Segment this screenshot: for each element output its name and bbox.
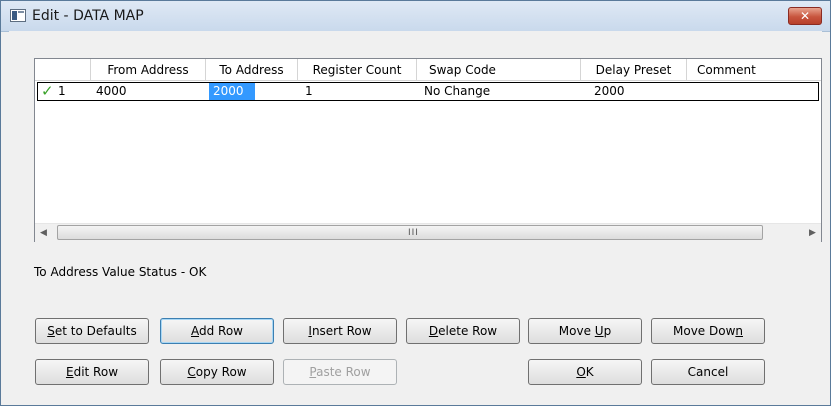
insert-row-button[interactable]: Insert Row (283, 318, 397, 344)
add-row-button[interactable]: Add Row (160, 318, 274, 344)
title-bar[interactable]: Edit - DATA MAP ✕ (1, 1, 830, 32)
button-accelerator: S (47, 324, 55, 338)
cell-from-address[interactable]: 4000 (92, 83, 207, 100)
header-row-indicator (35, 59, 91, 81)
cancel-button[interactable]: Cancel (651, 359, 765, 385)
row-number: 1 (58, 84, 66, 98)
button-label: K (585, 365, 594, 379)
button-accelerator: C (187, 365, 196, 379)
button-label: opy Row (195, 365, 247, 379)
column-header-to-address[interactable]: To Address (206, 59, 298, 81)
cell-delay-preset[interactable]: 2000 (590, 83, 690, 100)
button-label: dit Row (73, 365, 119, 379)
scrollbar-grip-icon: III (408, 228, 419, 238)
column-header-comment[interactable]: Comment (687, 59, 821, 81)
button-label: elete Row (438, 324, 498, 338)
scroll-left-arrow-icon[interactable]: ◀ (35, 224, 52, 242)
cell-to-address[interactable]: 2000 (209, 83, 255, 100)
status-text: To Address Value Status - OK (34, 265, 207, 279)
button-label: p (603, 324, 612, 338)
close-button[interactable]: ✕ (788, 7, 822, 25)
button-label: aste Row (316, 365, 371, 379)
table-row[interactable]: ✓ 1 4000 2000 1 No Change 2000 (37, 82, 819, 101)
button-accelerator: U (594, 324, 604, 338)
horizontal-scrollbar[interactable]: ◀ III ▶ (35, 223, 821, 242)
button-accelerator: A (190, 324, 199, 338)
scroll-right-arrow-icon[interactable]: ▶ (804, 224, 821, 242)
button-accelerator: O (576, 365, 586, 379)
window-icon (10, 9, 26, 22)
cell-register-count[interactable]: 1 (301, 83, 419, 100)
dialog-body: From Address To Address Register Count S… (9, 31, 822, 395)
button-label: dd Row (198, 324, 243, 338)
column-header-from-address[interactable]: From Address (91, 59, 206, 81)
column-header-register-count[interactable]: Register Count (298, 59, 417, 81)
cell-comment[interactable] (690, 83, 818, 100)
move-up-button[interactable]: Move Up (528, 318, 642, 344)
column-header-delay-preset[interactable]: Delay Preset (581, 59, 687, 81)
button-accelerator: n (735, 324, 743, 338)
column-header-swap-code[interactable]: Swap Code (417, 59, 581, 81)
button-label: Move Dow (673, 324, 736, 338)
edit-data-map-window: Edit - DATA MAP ✕ From Address To Addres… (0, 0, 831, 406)
button-label: et to Defaults (54, 324, 137, 338)
delete-row-button[interactable]: Delete Row (406, 318, 520, 344)
checkmark-icon: ✓ (41, 82, 54, 100)
window-title: Edit - DATA MAP (32, 8, 144, 24)
button-label: Move (558, 324, 595, 338)
button-label: Cancel (687, 365, 729, 379)
copy-row-button[interactable]: Copy Row (160, 359, 274, 385)
edit-row-button[interactable]: Edit Row (35, 359, 149, 385)
cell-swap-code[interactable]: No Change (420, 83, 580, 100)
button-accelerator: D (428, 324, 439, 338)
paste-row-button: Paste Row (283, 359, 397, 385)
ok-button[interactable]: OK (528, 359, 642, 385)
button-accelerator: E (65, 365, 74, 379)
set-to-defaults-button[interactable]: Set to Defaults (35, 318, 149, 344)
move-down-button[interactable]: Move Down (651, 318, 765, 344)
data-map-grid[interactable]: From Address To Address Register Count S… (34, 58, 822, 242)
button-label: nsert Row (311, 324, 372, 338)
scrollbar-thumb[interactable]: III (57, 225, 763, 240)
